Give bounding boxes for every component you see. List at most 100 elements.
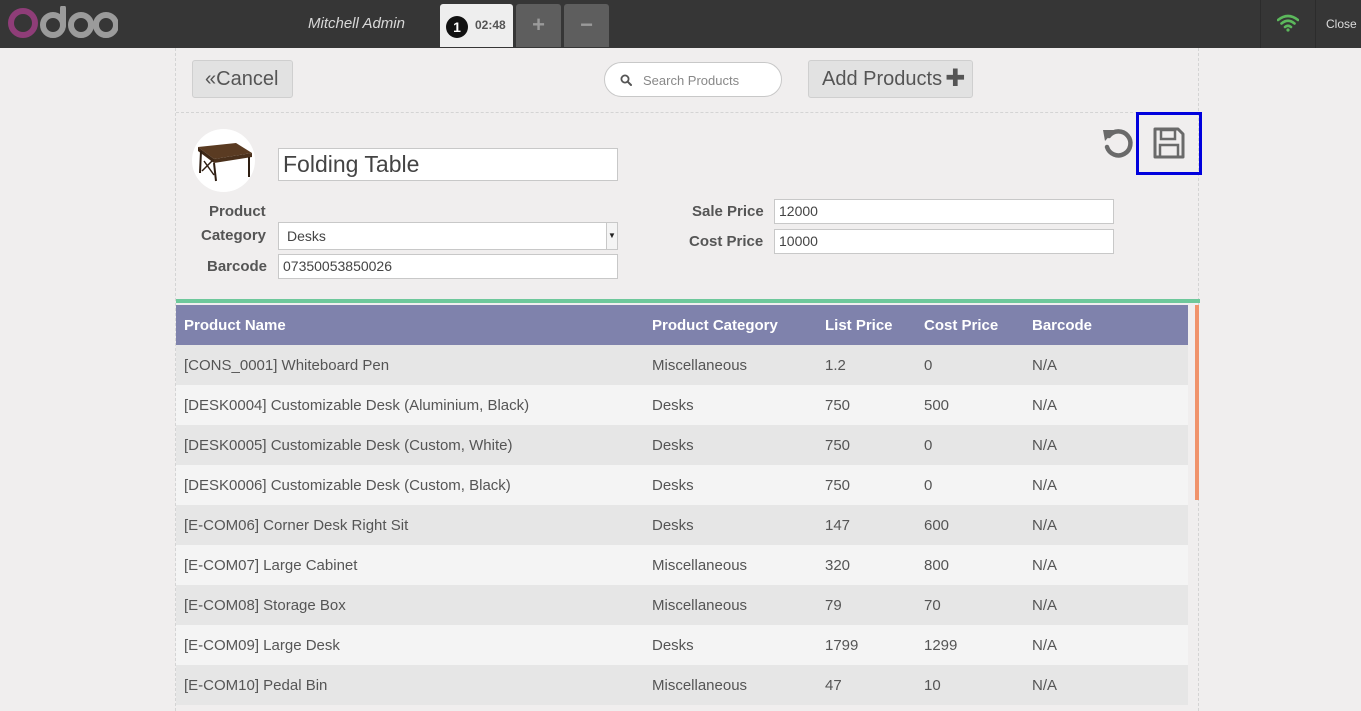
- product-list-table: Product Name Product Category List Price Co…: [176, 305, 1188, 705]
- cell-product-category: Desks: [652, 476, 694, 494]
- add-products-button[interactable]: Add Products ✚: [808, 60, 973, 98]
- table-row[interactable]: [E-COM10] Pedal Bin Miscellaneous 47 10 N/A: [176, 665, 1188, 705]
- cell-barcode: N/A: [1032, 636, 1058, 654]
- cell-barcode: N/A: [1032, 676, 1058, 694]
- cell-cost-price: 0: [924, 476, 933, 494]
- cell-product-category: Desks: [652, 436, 694, 454]
- cancel-button[interactable]: «Cancel: [192, 60, 293, 98]
- table-row[interactable]: [DESK0004] Customizable Desk (Aluminium,…: [176, 385, 1188, 425]
- cell-product-category: Miscellaneous: [652, 556, 748, 574]
- cell-list-price: 79: [825, 596, 842, 614]
- cell-product-name: [E-COM09] Large Desk: [184, 636, 340, 654]
- cell-cost-price: 800: [924, 556, 950, 574]
- table-row[interactable]: [E-COM06] Corner Desk Right Sit Desks 147 6…: [176, 505, 1188, 545]
- category-label-line1: Product: [209, 203, 266, 220]
- list-top-divider: [176, 299, 1200, 303]
- order-number-badge: 1: [446, 16, 468, 38]
- table-header-row: Product Name Product Category List Price Co…: [176, 305, 1188, 345]
- cell-barcode: N/A: [1032, 476, 1058, 494]
- close-button[interactable]: Close: [1326, 17, 1357, 31]
- sale-price-field[interactable]: 12000: [774, 199, 1114, 224]
- dropdown-arrow-icon: ▼: [606, 223, 617, 249]
- cell-barcode: N/A: [1032, 596, 1058, 614]
- cell-list-price: 1.2: [825, 356, 846, 374]
- cell-barcode: N/A: [1032, 356, 1058, 374]
- cell-list-price: 750: [825, 396, 851, 414]
- cell-product-category: Miscellaneous: [652, 676, 748, 694]
- cell-product-name: [DESK0004] Customizable Desk (Aluminium,…: [184, 396, 530, 414]
- cell-product-name: [E-COM07] Large Cabinet: [184, 556, 358, 574]
- cell-product-category: Miscellaneous: [652, 356, 748, 374]
- undo-icon: [1103, 129, 1133, 158]
- table-row[interactable]: [E-COM09] Large Desk Desks 1799 1299 N/A: [176, 625, 1188, 665]
- table-row[interactable]: [DESK0005] Customizable Desk (Custom, Wh…: [176, 425, 1188, 465]
- search-box[interactable]: [604, 62, 782, 97]
- cost-price-field[interactable]: 10000: [774, 229, 1114, 254]
- search-icon: [620, 74, 632, 86]
- cell-list-price: 47: [825, 676, 842, 694]
- cell-barcode: N/A: [1032, 436, 1058, 454]
- wifi-icon: [1277, 14, 1299, 32]
- cell-product-category: Desks: [652, 396, 694, 414]
- cell-cost-price: 0: [924, 436, 933, 454]
- sale-price-label: Sale Price: [692, 203, 764, 220]
- category-value: Desks: [287, 228, 326, 244]
- save-icon: [1153, 127, 1185, 159]
- header-product-category[interactable]: Product Category: [644, 305, 817, 345]
- control-bar: «Cancel Add Products✚: [176, 48, 1198, 113]
- cell-product-category: Desks: [652, 516, 694, 534]
- cell-product-name: [CONS_0001] Whiteboard Pen: [184, 356, 390, 374]
- cell-cost-price: 500: [924, 396, 950, 414]
- product-image[interactable]: [192, 129, 255, 192]
- folding-table-image: [198, 143, 252, 182]
- double-chevron-left-icon: «: [205, 68, 217, 90]
- barcode-field[interactable]: 07350053850026: [278, 254, 618, 279]
- cell-list-price: 147: [825, 516, 851, 534]
- table-row[interactable]: [E-COM08] Storage Box Miscellaneous 79 70 N/…: [176, 585, 1188, 625]
- cell-list-price: 750: [825, 476, 851, 494]
- header-cost-price[interactable]: Cost Price: [916, 305, 1024, 345]
- header-product-name[interactable]: Product Name: [176, 305, 644, 345]
- cell-list-price: 750: [825, 436, 851, 454]
- save-button[interactable]: [1136, 112, 1202, 175]
- header-barcode[interactable]: Barcode: [1024, 305, 1188, 345]
- cell-product-category: Miscellaneous: [652, 596, 748, 614]
- cell-product-name: [E-COM10] Pedal Bin: [184, 676, 328, 694]
- list-scrollbar[interactable]: [1195, 305, 1199, 500]
- cell-list-price: 1799: [825, 636, 859, 654]
- cell-cost-price: 600: [924, 516, 950, 534]
- cell-cost-price: 10: [924, 676, 941, 694]
- product-screen: «Cancel Add Products✚: [175, 48, 1202, 711]
- barcode-label: Barcode: [207, 258, 268, 275]
- search-input[interactable]: [641, 70, 775, 90]
- cell-product-name: [E-COM08] Storage Box: [184, 596, 346, 614]
- discard-changes-button[interactable]: [1101, 126, 1135, 165]
- cell-product-name: [DESK0006] Customizable Desk (Custom, Bl…: [184, 476, 511, 494]
- table-row[interactable]: [CONS_0001] Whiteboard Pen Miscellaneous 1…: [176, 345, 1188, 385]
- cost-price-label: Cost Price: [689, 233, 764, 250]
- cell-list-price: 320: [825, 556, 851, 574]
- cell-product-category: Desks: [652, 636, 694, 654]
- order-tab[interactable]: 1 02:48: [440, 4, 513, 47]
- plus-icon: ✚: [945, 65, 966, 92]
- connection-status[interactable]: [1260, 0, 1316, 48]
- table-row[interactable]: [E-COM07] Large Cabinet Miscellaneous 320 8…: [176, 545, 1188, 585]
- cashier-name[interactable]: Mitchell Admin: [308, 15, 405, 32]
- category-label-line2: Category: [201, 227, 267, 244]
- cell-cost-price: 70: [924, 596, 941, 614]
- cell-product-name: [E-COM06] Corner Desk Right Sit: [184, 516, 409, 534]
- header-list-price[interactable]: List Price: [817, 305, 916, 345]
- cell-cost-price: 1299: [924, 636, 958, 654]
- remove-order-button[interactable]: −: [564, 4, 609, 47]
- add-order-button[interactable]: +: [516, 4, 561, 47]
- cell-barcode: N/A: [1032, 556, 1058, 574]
- cell-barcode: N/A: [1032, 396, 1058, 414]
- pos-topbar: Mitchell Admin 1 02:48 + − Close: [0, 0, 1361, 48]
- product-name-input[interactable]: [278, 148, 618, 181]
- odoo-logo: [8, 6, 118, 38]
- category-select[interactable]: Desks ▼: [278, 222, 618, 250]
- table-row[interactable]: [DESK0006] Customizable Desk (Custom, Bl…: [176, 465, 1188, 505]
- cancel-label: Cancel: [216, 68, 279, 90]
- cell-barcode: N/A: [1032, 516, 1058, 534]
- add-products-label: Add Products: [822, 68, 943, 90]
